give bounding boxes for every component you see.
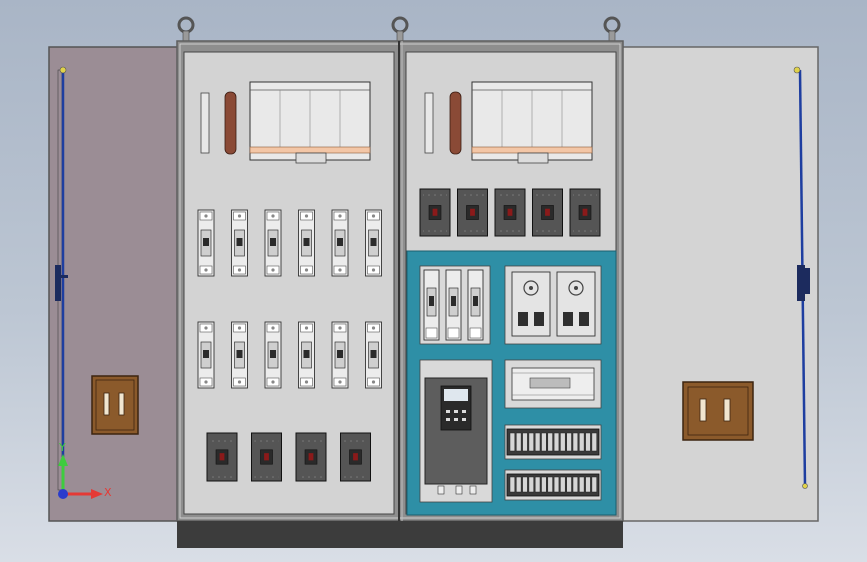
circuit-breaker	[494, 188, 526, 237]
fuse-holder	[231, 209, 248, 277]
terminal	[522, 476, 528, 493]
plc-module	[511, 367, 595, 401]
fuse-holder	[365, 321, 382, 389]
terminal	[553, 432, 560, 452]
terminal	[591, 432, 597, 452]
right-door	[620, 46, 819, 522]
busbar-left	[224, 91, 237, 155]
terminal	[547, 476, 553, 493]
circuit-breaker	[206, 432, 238, 482]
small-fuse-holder	[445, 269, 462, 341]
terminal-strip	[200, 92, 210, 154]
left-plate-top	[200, 81, 371, 164]
fuse-holder	[331, 321, 349, 389]
circuit-breaker	[532, 188, 563, 237]
cabinet-drawing	[48, 16, 819, 548]
circuit-breaker	[295, 432, 327, 482]
lock-box-right	[682, 381, 754, 441]
fuse-holder	[231, 321, 248, 389]
terminal	[585, 432, 591, 452]
terminal	[566, 432, 572, 452]
busbar-right	[449, 91, 462, 155]
left-door	[48, 46, 180, 522]
terminal-strip	[424, 92, 434, 154]
terminal	[541, 476, 547, 493]
fuse-holder	[264, 209, 282, 277]
terminal	[516, 476, 522, 493]
power-supply	[511, 271, 551, 337]
x-axis-label: X	[104, 486, 112, 499]
terminal	[591, 476, 597, 493]
terminal	[560, 476, 566, 493]
lock-box-left	[91, 375, 139, 435]
variable-frequency-drive	[424, 377, 488, 495]
terminal	[509, 432, 516, 452]
terminal	[572, 476, 579, 493]
cad-viewport[interactable]: X Y	[0, 0, 867, 562]
terminal	[553, 476, 560, 493]
power-supply	[556, 271, 596, 337]
fuse-holder	[365, 209, 382, 277]
lifting-eyes	[177, 16, 621, 43]
z-axis-dot	[58, 489, 68, 499]
fuse-holder	[197, 209, 215, 277]
terminal	[528, 476, 534, 493]
terminal	[560, 432, 566, 452]
circuit-breaker	[569, 188, 601, 237]
cabinet-base	[177, 521, 623, 548]
terminal	[579, 432, 585, 452]
terminal	[572, 432, 579, 452]
fuse-holder	[197, 321, 215, 389]
fuse-holder	[264, 321, 282, 389]
terminal	[534, 432, 541, 452]
y-axis-label: Y	[59, 441, 66, 454]
circuit-breaker	[419, 188, 451, 237]
terminal	[541, 432, 547, 452]
breakers-right-top	[419, 188, 601, 237]
small-fuse-holders	[423, 269, 484, 341]
terminal	[579, 476, 585, 493]
fuse-holder	[298, 209, 315, 277]
terminal	[585, 476, 591, 493]
terminal	[509, 476, 516, 493]
terminal	[547, 432, 553, 452]
small-fuse-holder	[467, 269, 484, 341]
fuse-holder	[331, 209, 349, 277]
terminal	[522, 432, 528, 452]
small-fuse-holder	[423, 269, 440, 341]
circuit-breaker	[251, 432, 282, 482]
terminal	[534, 476, 541, 493]
terminal	[516, 432, 522, 452]
circuit-breaker	[457, 188, 488, 237]
terminal	[566, 476, 572, 493]
circuit-breaker	[340, 432, 371, 482]
fuse-holder	[298, 321, 315, 389]
terminal	[528, 432, 534, 452]
